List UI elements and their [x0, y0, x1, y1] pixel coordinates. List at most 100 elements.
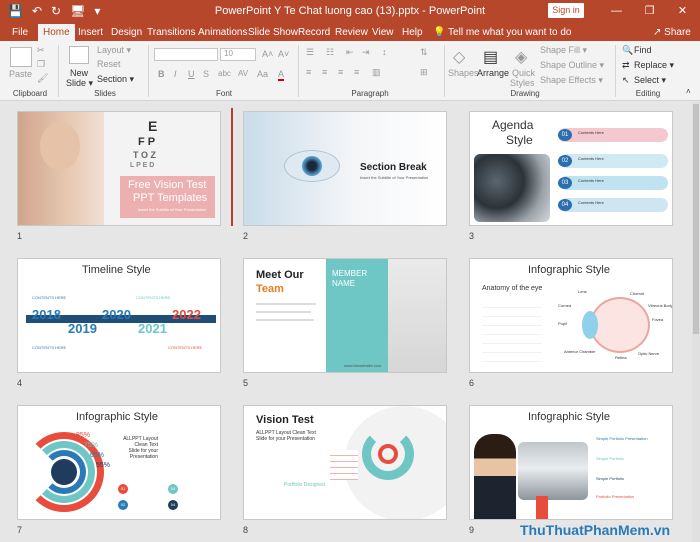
tab-design[interactable]: Design [106, 24, 147, 41]
italic-button[interactable]: I [174, 69, 177, 79]
man-figure [474, 434, 516, 519]
tab-view[interactable]: View [367, 24, 399, 41]
bullets-icon[interactable]: ☰ [306, 47, 314, 58]
select-icon[interactable]: ↖ [622, 75, 630, 86]
columns-icon[interactable]: ▥ [372, 67, 381, 78]
increase-indent-icon[interactable]: ⇥ [362, 47, 370, 58]
label-optic-nerve: Optic Nerve [638, 351, 660, 356]
new-slide-icon[interactable] [69, 46, 89, 64]
replace-icon[interactable]: ⇄ [622, 60, 630, 71]
shapes-icon[interactable]: ◇ [453, 47, 465, 67]
insertion-marker [231, 108, 233, 226]
font-color-button[interactable]: A [278, 69, 285, 81]
minimize-button[interactable]: — [600, 0, 633, 22]
sign-in-button[interactable]: Sign in [548, 3, 584, 18]
layout-button[interactable]: Layout ▾ [97, 45, 131, 56]
slide-thumbnail-9[interactable]: Infographic Style Simple Portfolio Prese… [469, 405, 673, 520]
tell-me-search[interactable]: 💡 Tell me what you want to do [433, 24, 571, 41]
new-slide-dropdown[interactable]: Slide ▾ [66, 78, 93, 89]
align-left-icon[interactable]: ≡ [306, 67, 311, 77]
reset-button[interactable]: Reset [97, 59, 121, 69]
text-line [256, 319, 314, 321]
slide-thumbnail-8[interactable]: Vision Test ALLPPT Layout Clean Text Sli… [243, 405, 447, 520]
slide-3-title-2: Style [506, 133, 533, 147]
slide-1-subtitle: PPT Templates [133, 192, 208, 204]
shape-outline-button[interactable]: Shape Outline ▾ [540, 60, 604, 71]
slide-thumbnail-5[interactable]: Meet Our Team MEMBER NAME www.thewebsite… [243, 258, 447, 373]
shadow-button[interactable]: S [203, 69, 209, 79]
justify-icon[interactable]: ≡ [354, 67, 359, 77]
timeline-label-4: CONTENTS HERE [168, 345, 203, 350]
close-button[interactable]: ✕ [666, 0, 699, 22]
format-painter-icon[interactable]: 🖌 [37, 73, 48, 84]
slide-thumbnail-6[interactable]: Infographic Style Anatomy of the eye Len… [469, 258, 673, 373]
underline-button[interactable]: U [188, 69, 195, 79]
step-02: 02 [118, 500, 128, 510]
phoropter-image [474, 154, 550, 222]
eye-center [51, 459, 77, 485]
decrease-indent-icon[interactable]: ⇤ [346, 47, 354, 58]
quick-styles-button-2[interactable]: Styles [510, 78, 535, 88]
quick-styles-button[interactable]: Quick [512, 68, 535, 78]
restore-button[interactable]: ❐ [633, 0, 666, 22]
font-size-box[interactable]: 10 [220, 48, 256, 61]
slide-thumbnail-2[interactable]: Section Break Insert the Subtitle of You… [243, 111, 447, 226]
member-label: MEMBER [332, 269, 368, 278]
text-direction-icon[interactable]: ⇅ [420, 47, 428, 58]
vertical-scrollbar[interactable] [692, 102, 700, 542]
smartart-icon[interactable]: ⊞ [420, 67, 428, 78]
slide-number-4: 4 [17, 378, 23, 388]
quick-styles-icon[interactable]: ◈ [515, 47, 527, 67]
arrange-icon[interactable]: ▤ [483, 47, 498, 67]
step-04: 04 [168, 500, 178, 510]
paste-button[interactable]: Paste [9, 69, 32, 79]
portfolio-label: Portfolio Designed [284, 482, 325, 488]
strikethrough-button[interactable]: abc [218, 69, 231, 78]
align-right-icon[interactable]: ≡ [338, 67, 343, 77]
line-spacing-icon[interactable]: ↕ [382, 47, 387, 57]
shapes-button[interactable]: Shapes [448, 68, 479, 78]
arrange-button[interactable]: Arrange [477, 68, 509, 78]
tab-insert[interactable]: Insert [73, 24, 108, 41]
increase-font-icon[interactable]: A˄ [262, 49, 273, 59]
agenda-num-1: 01 [558, 129, 572, 141]
new-slide-button[interactable]: New [70, 68, 88, 78]
slide-thumbnail-4[interactable]: Timeline Style 2018 2019 2020 2021 2022 … [17, 258, 221, 373]
find-button[interactable]: Find [634, 45, 652, 55]
drawing-group-label: Drawing [510, 89, 540, 98]
tab-help[interactable]: Help [397, 24, 428, 41]
align-center-icon[interactable]: ≡ [322, 67, 327, 77]
copy-icon[interactable]: ❐ [37, 59, 45, 70]
phoropter-machine [518, 442, 588, 500]
paragraph-group-label: Paragraph [351, 89, 389, 98]
share-button[interactable]: ↗ Share [653, 24, 691, 41]
section-button[interactable]: Section ▾ [97, 74, 134, 85]
collapse-ribbon-icon[interactable]: ˄ [686, 87, 691, 96]
paste-icon[interactable] [10, 47, 32, 67]
change-case-button[interactable]: Aa [257, 69, 268, 79]
font-name-box[interactable] [154, 48, 218, 61]
select-button[interactable]: Select ▾ [634, 75, 666, 86]
bold-button[interactable]: B [158, 69, 165, 79]
tab-transitions[interactable]: Transitions [142, 24, 201, 41]
shape-fill-button[interactable]: Shape Fill ▾ [540, 45, 587, 56]
slide-thumbnail-3[interactable]: Agenda Style 01 02 03 04 Contents Here C… [469, 111, 673, 226]
slide-thumbnail-1[interactable]: E F P T O Z L P E D Free Vision Test PPT… [17, 111, 221, 226]
cut-icon[interactable]: ✂ [37, 45, 45, 56]
tab-file[interactable]: File [7, 24, 33, 41]
tab-home[interactable]: Home [38, 24, 75, 41]
item-2: Simple Portfolio [596, 456, 625, 461]
find-icon[interactable]: 🔍 [622, 45, 633, 56]
tab-record[interactable]: Record [293, 24, 335, 41]
replace-button[interactable]: Replace ▾ [634, 60, 674, 71]
scrollbar-thumb[interactable] [693, 104, 699, 334]
iris-shape [302, 156, 322, 176]
char-spacing-button[interactable]: AV [238, 69, 248, 78]
decrease-font-icon[interactable]: A˅ [278, 49, 289, 59]
slide-thumbnail-7[interactable]: Infographic Style 85% 75% 65% 55% ALLPPT… [17, 405, 221, 520]
shape-effects-button[interactable]: Shape Effects ▾ [540, 75, 603, 86]
numbering-icon[interactable]: ☷ [326, 47, 334, 58]
text-list [482, 299, 542, 363]
editing-group-label: Editing [635, 89, 661, 98]
timeline-label-1: CONTENTS HERE [32, 295, 67, 300]
